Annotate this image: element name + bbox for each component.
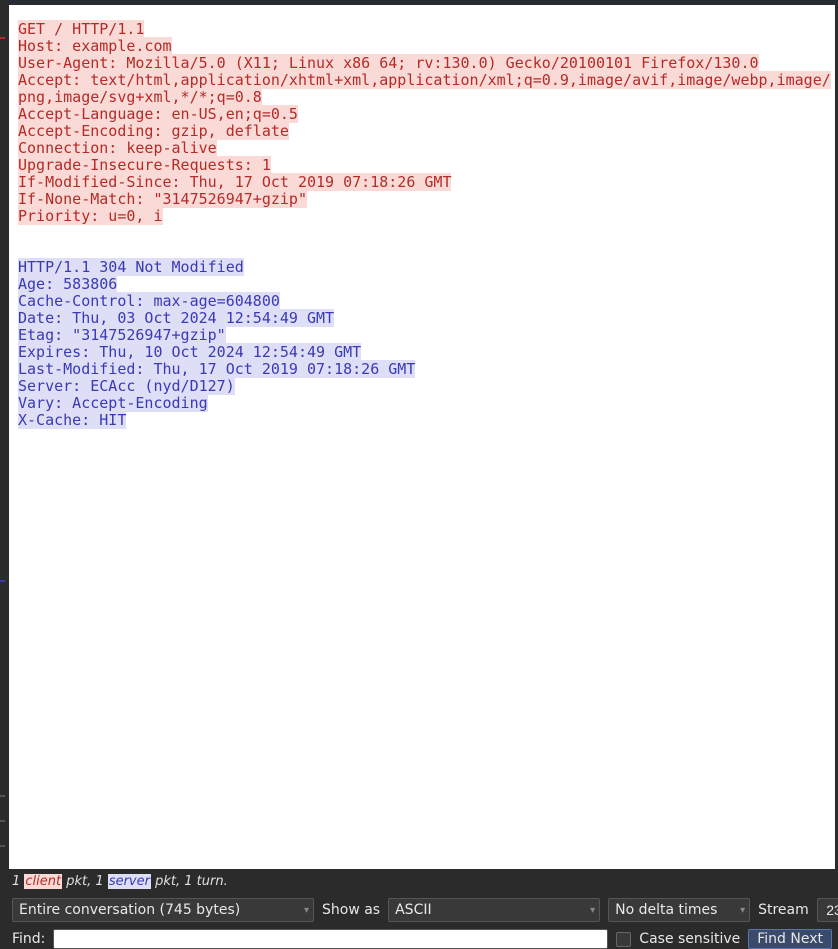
response-line[interactable]: Last-Modified: Thu, 17 Oct 2019 07:18:26… [18,360,415,378]
response-line[interactable]: X-Cache: HIT [18,411,126,429]
packet-gutter [0,0,6,870]
show-as-select[interactable]: ASCII ▾ [388,898,600,922]
show-as-label: Show as [322,902,380,918]
summary-client: client [24,874,62,889]
response-block: HTTP/1.1 304 Not Modified Age: 583806 Ca… [18,259,835,429]
request-line[interactable]: Host: example.com [18,37,172,55]
stream-spin[interactable]: ▲▼ [817,898,838,922]
request-line[interactable]: Priority: u=0, i [18,207,163,225]
case-sensitive-checkbox[interactable] [616,932,631,947]
find-label: Find: [12,931,45,947]
response-line[interactable]: Vary: Accept-Encoding [18,394,208,412]
response-line[interactable]: Cache-Control: max-age=604800 [18,292,280,310]
case-sensitive-label: Case sensitive [639,931,740,947]
request-line[interactable]: User-Agent: Mozilla/5.0 (X11; Linux x86_… [18,54,759,72]
conversation-select-value: Entire conversation (745 bytes) [19,902,240,918]
find-next-button-label: Find Next [757,931,823,947]
request-line[interactable]: Accept: text/html,application/xhtml+xml,… [18,71,831,106]
summary-mid: pkt, 1 [62,874,108,889]
response-line[interactable]: Expires: Thu, 10 Oct 2024 12:54:49 GMT [18,343,361,361]
find-next-button[interactable]: Find Next [748,929,832,949]
packet-summary: 1 client pkt, 1 server pkt, 1 turn. [12,874,228,889]
find-input[interactable] [53,929,608,949]
dropdown-arrow-icon: ▾ [734,905,745,916]
dropdown-arrow-icon: ▾ [584,905,595,916]
stream-label: Stream [758,902,809,918]
stream-spin-input[interactable] [818,902,838,918]
conversation-select[interactable]: Entire conversation (745 bytes) ▾ [12,898,314,922]
request-line[interactable]: If-None-Match: "3147526947+gzip" [18,190,307,208]
show-as-select-value: ASCII [395,902,432,918]
response-line[interactable]: Server: ECAcc (nyd/D127) [18,377,235,395]
request-block: GET / HTTP/1.1 Host: example.com User-Ag… [18,21,835,225]
response-line[interactable]: Age: 583806 [18,275,117,293]
summary-prefix1: 1 [12,874,24,889]
request-line[interactable]: Upgrade-Insecure-Requests: 1 [18,156,271,174]
request-line[interactable]: Connection: keep-alive [18,139,217,157]
response-line[interactable]: Etag: "3147526947+gzip" [18,326,226,344]
summary-server: server [108,874,151,889]
dropdown-arrow-icon: ▾ [298,905,309,916]
request-line[interactable]: Accept-Language: en-US,en;q=0.5 [18,105,298,123]
response-line[interactable]: HTTP/1.1 304 Not Modified [18,258,244,276]
request-line[interactable]: If-Modified-Since: Thu, 17 Oct 2019 07:1… [18,173,451,191]
delta-select[interactable]: No delta times ▾ [608,898,750,922]
stream-content[interactable]: GET / HTTP/1.1 Host: example.com User-Ag… [8,4,836,870]
response-line[interactable]: Date: Thu, 03 Oct 2024 12:54:49 GMT [18,309,334,327]
find-row: Find: Case sensitive Find Next [12,930,832,948]
window-top-bar [0,0,838,3]
delta-select-value: No delta times [615,902,717,918]
stream-text[interactable]: GET / HTTP/1.1 Host: example.com User-Ag… [18,21,835,429]
summary-suffix: pkt, 1 turn. [151,874,228,889]
request-line[interactable]: GET / HTTP/1.1 [18,20,144,38]
request-line[interactable]: Accept-Encoding: gzip, deflate [18,122,289,140]
controls-row: Entire conversation (745 bytes) ▾ Show a… [12,898,832,922]
